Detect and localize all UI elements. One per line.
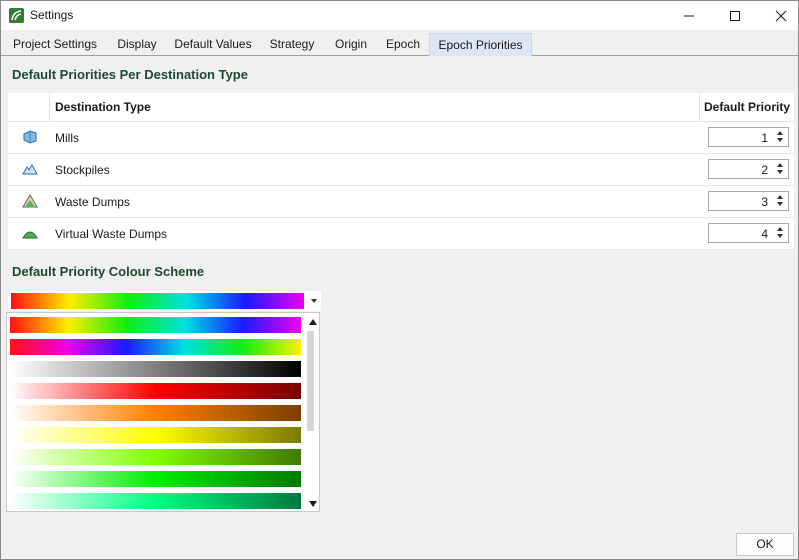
colour-scheme-option[interactable] bbox=[10, 493, 301, 509]
destination-label: Mills bbox=[55, 131, 79, 145]
arrow-up-icon[interactable] bbox=[777, 163, 783, 167]
stockpile-icon bbox=[22, 162, 38, 176]
scrollbar-thumb[interactable] bbox=[307, 331, 314, 431]
column-divider bbox=[699, 93, 700, 121]
arrow-down-icon[interactable] bbox=[777, 234, 783, 238]
priority-value[interactable]: 3 bbox=[761, 195, 768, 209]
tab-display[interactable]: Display bbox=[109, 33, 165, 55]
arrow-down-icon[interactable] bbox=[777, 202, 783, 206]
colour-scheme-option[interactable] bbox=[10, 471, 301, 487]
destination-label: Virtual Waste Dumps bbox=[55, 227, 168, 241]
tab-epoch-priorities[interactable]: Epoch Priorities bbox=[429, 33, 532, 56]
colour-scheme-option[interactable] bbox=[10, 339, 301, 355]
tab-default-values[interactable]: Default Values bbox=[169, 33, 257, 55]
priority-value[interactable]: 4 bbox=[761, 227, 768, 241]
destination-label: Waste Dumps bbox=[55, 195, 130, 209]
priority-stepper[interactable]: 2 bbox=[708, 159, 789, 179]
arrow-down-icon[interactable] bbox=[777, 138, 783, 142]
settings-app-icon bbox=[9, 8, 24, 23]
destination-label: Stockpiles bbox=[55, 163, 110, 177]
colour-scheme-section-title: Default Priority Colour Scheme bbox=[12, 264, 205, 279]
ok-button[interactable]: OK bbox=[736, 533, 794, 556]
priority-value[interactable]: 2 bbox=[761, 163, 768, 177]
table-row[interactable]: Mills 1 bbox=[8, 122, 794, 154]
arrow-up-icon[interactable] bbox=[777, 195, 783, 199]
maximize-button[interactable] bbox=[712, 1, 758, 30]
stepper-arrows[interactable] bbox=[774, 161, 786, 178]
title-bar: Settings bbox=[1, 1, 798, 30]
stepper-arrows[interactable] bbox=[774, 225, 786, 242]
colour-scheme-option[interactable] bbox=[10, 449, 301, 465]
scroll-up-icon[interactable] bbox=[309, 319, 317, 325]
arrow-up-icon[interactable] bbox=[777, 131, 783, 135]
colour-scheme-option[interactable] bbox=[10, 427, 301, 443]
table-row[interactable]: Virtual Waste Dumps 4 bbox=[8, 218, 794, 250]
table-row[interactable]: Waste Dumps 3 bbox=[8, 186, 794, 218]
priorities-grid: Destination Type Default Priority Mills … bbox=[8, 93, 794, 250]
window-title: Settings bbox=[30, 8, 74, 22]
mill-icon bbox=[22, 130, 38, 144]
scroll-down-icon[interactable] bbox=[309, 501, 317, 507]
close-button[interactable] bbox=[758, 1, 799, 30]
tab-strategy[interactable]: Strategy bbox=[263, 33, 321, 55]
colour-scheme-option[interactable] bbox=[10, 317, 301, 333]
settings-window: Settings Project Settings Display Defaul… bbox=[0, 0, 799, 560]
column-header-destination-type[interactable]: Destination Type bbox=[55, 93, 151, 121]
table-row[interactable]: Stockpiles 2 bbox=[8, 154, 794, 186]
close-icon bbox=[775, 10, 787, 21]
maximize-icon bbox=[730, 10, 740, 21]
priorities-section-title: Default Priorities Per Destination Type bbox=[12, 67, 248, 82]
priority-stepper[interactable]: 3 bbox=[708, 191, 789, 211]
column-divider bbox=[49, 93, 50, 121]
stepper-arrows[interactable] bbox=[774, 193, 786, 210]
grid-header: Destination Type Default Priority bbox=[8, 93, 794, 122]
tab-epoch[interactable]: Epoch bbox=[381, 33, 425, 55]
minimize-button[interactable] bbox=[666, 1, 712, 30]
arrow-down-icon[interactable] bbox=[777, 170, 783, 174]
waste-dump-icon bbox=[22, 194, 38, 208]
dropdown-scrollbar[interactable] bbox=[307, 317, 319, 509]
selected-gradient-swatch bbox=[11, 293, 304, 309]
virtual-waste-dump-icon bbox=[22, 226, 38, 240]
colour-scheme-option[interactable] bbox=[10, 405, 301, 421]
stepper-arrows[interactable] bbox=[774, 129, 786, 146]
column-header-default-priority[interactable]: Default Priority bbox=[704, 93, 790, 121]
colour-scheme-dropdown-list bbox=[6, 312, 320, 512]
tab-project-settings[interactable]: Project Settings bbox=[6, 33, 104, 55]
minimize-icon bbox=[684, 15, 694, 16]
colour-scheme-select[interactable] bbox=[8, 291, 321, 311]
tab-bar: Project Settings Display Default Values … bbox=[1, 33, 798, 56]
colour-scheme-option[interactable] bbox=[10, 361, 301, 377]
colour-scheme-option[interactable] bbox=[10, 383, 301, 399]
chevron-down-icon[interactable] bbox=[311, 299, 317, 303]
priority-value[interactable]: 1 bbox=[761, 131, 768, 145]
arrow-up-icon[interactable] bbox=[777, 227, 783, 231]
priority-stepper[interactable]: 4 bbox=[708, 223, 789, 243]
priority-stepper[interactable]: 1 bbox=[708, 127, 789, 147]
tab-origin[interactable]: Origin bbox=[327, 33, 375, 55]
